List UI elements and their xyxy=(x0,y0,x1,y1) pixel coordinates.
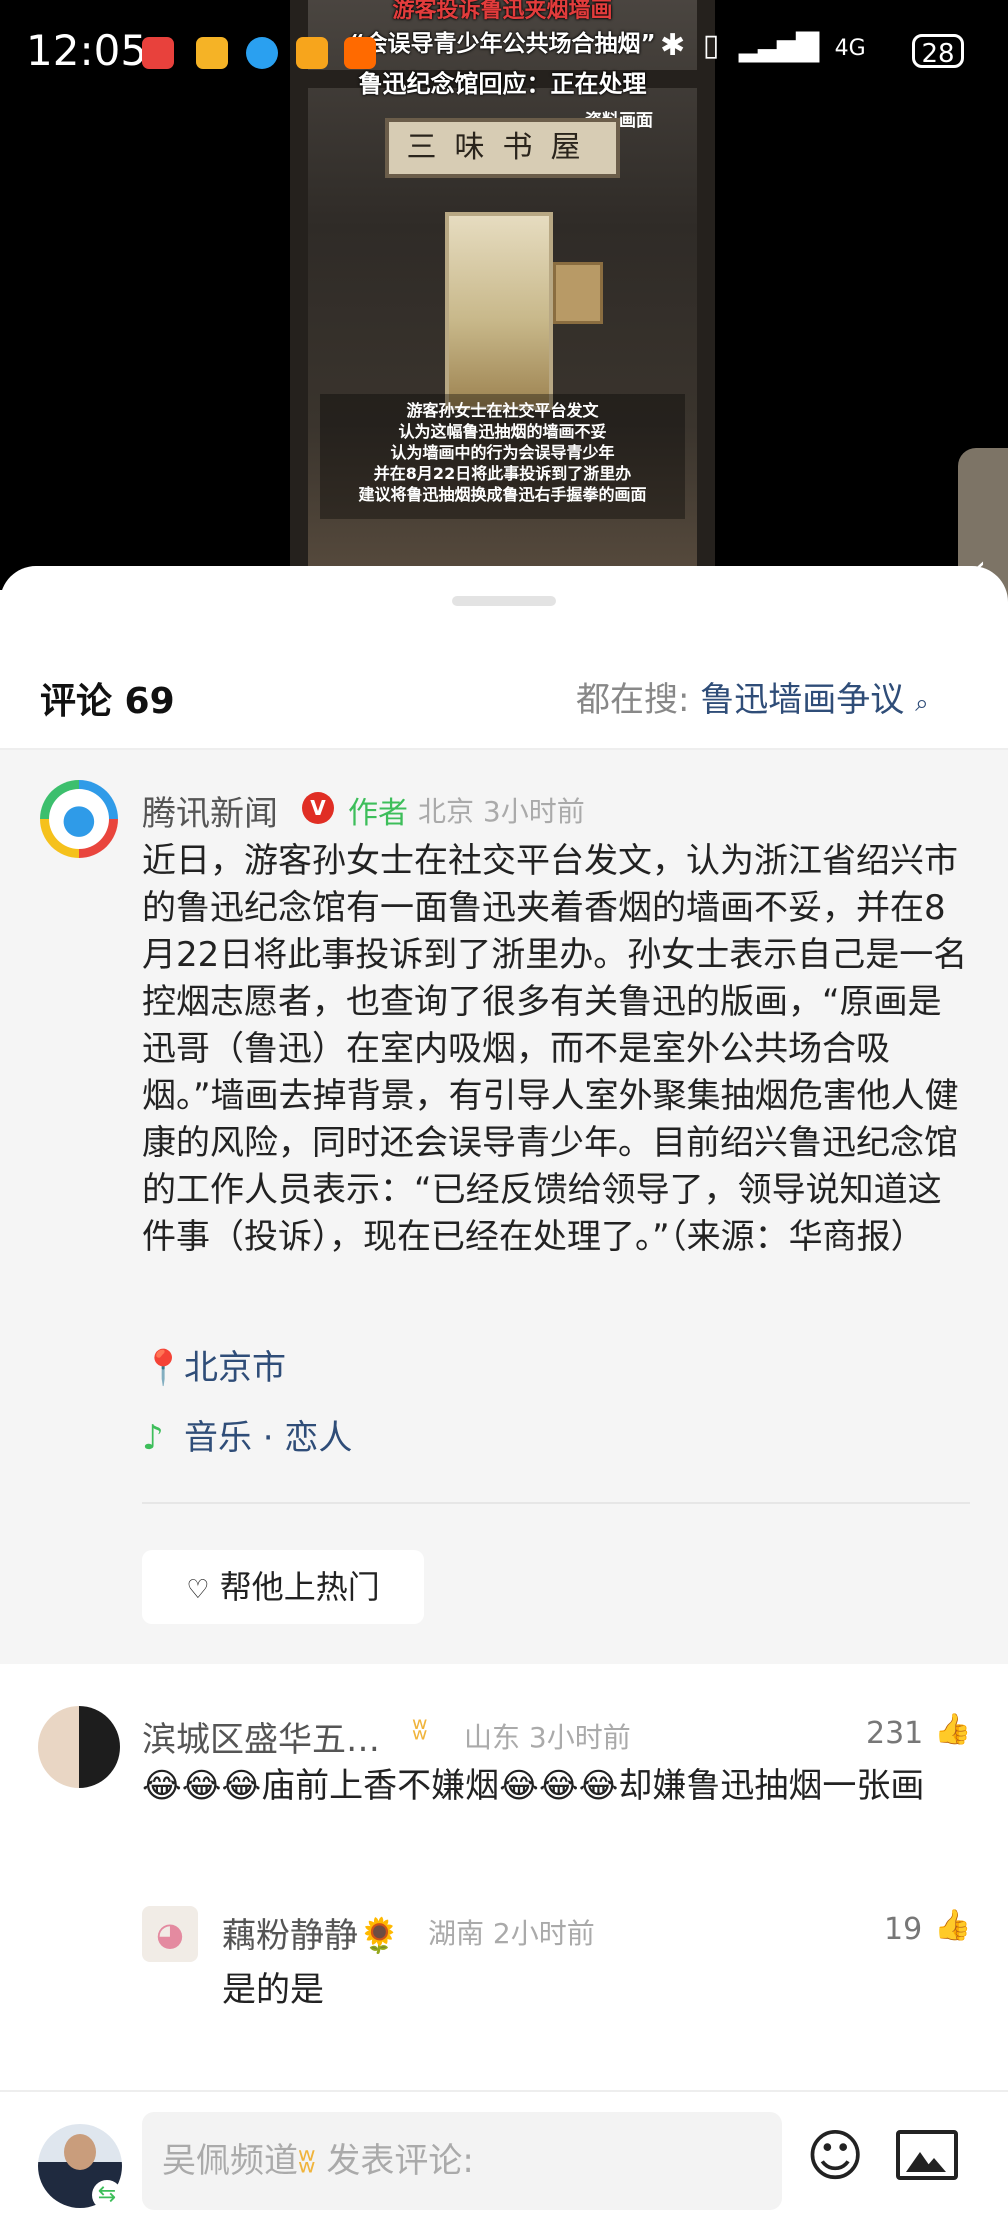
location-text: 北京市 xyxy=(184,1348,286,1388)
battery-indicator: 28 xyxy=(912,34,964,69)
status-icons: ✱ ▯ ▂▃▅▇ 4G xyxy=(660,28,866,63)
author-meta: 北京 3小时前 xyxy=(418,795,585,828)
message-app-icon xyxy=(246,37,278,69)
thumb-up-icon[interactable]: 👍 xyxy=(934,1908,971,1943)
location-link[interactable]: 📍北京市 xyxy=(142,1340,286,1389)
status-time: 12:05 xyxy=(26,26,148,75)
search-prefix: 都在搜: xyxy=(576,680,690,720)
search-icon: ⌕ xyxy=(915,689,929,717)
video-frame[interactable]: 游客投诉鲁迅夹烟墙画 “会误导青少年公共场合抽烟” 鲁迅纪念馆回应：正在处理 资… xyxy=(290,0,715,567)
member-badge-icon: ʬ xyxy=(298,2141,316,2181)
subtitle-line: 建议将鲁迅抽烟换成鲁迅右手握拳的画面 xyxy=(358,485,647,504)
location-pin-icon: 📍 xyxy=(142,1348,185,1388)
taobao-app-icon xyxy=(344,37,376,69)
subtitle-line: 认为墙画中的行为会误导青少年 xyxy=(390,443,615,462)
reply-text: 是的是 xyxy=(222,1970,324,2010)
comment-text: 😂😂😂庙前上香不嫌烟😂😂😂却嫌鲁迅抽烟一张画 xyxy=(142,1766,925,1806)
music-note-icon: ♪ xyxy=(142,1418,164,1458)
notes-app-icon xyxy=(296,37,328,69)
reply-name[interactable]: 藕粉静静🌻 xyxy=(222,1908,400,1957)
hall-plaque: 三味书屋 xyxy=(385,118,620,178)
commenter-avatar[interactable] xyxy=(38,1706,120,1788)
search-keyword: 鲁迅墙画争议 xyxy=(700,680,905,720)
huawei-app-icon xyxy=(142,37,174,69)
reply-like-count: 19 xyxy=(884,1912,923,1947)
boost-label: 帮他上热门 xyxy=(219,1568,380,1606)
reply-meta: 湖南 2小时前 xyxy=(428,1917,595,1950)
music-text: 音乐 · 恋人 xyxy=(184,1418,353,1458)
like-count: 231 xyxy=(866,1716,924,1751)
subtitle-line: 游客孙女士在社交平台发文 xyxy=(406,401,599,420)
heart-boost-icon: ♡ xyxy=(186,1575,210,1605)
commenter-name[interactable]: 滨城区盛华五… xyxy=(142,1712,380,1761)
wall-painting xyxy=(445,212,553,410)
post-body: 近日，游客孙女士在社交平台发文，认为浙江省绍兴市的鲁迅纪念馆有一面鲁迅夹着香烟的… xyxy=(142,841,968,1257)
video-caption-title: 游客投诉鲁迅夹烟墙画 xyxy=(392,0,613,23)
video-caption-response: 鲁迅纪念馆回应：正在处理 xyxy=(358,70,647,98)
avatar-face xyxy=(64,2134,96,2170)
placeholder-suffix: 发表评论: xyxy=(315,2141,474,2181)
mail-app-icon xyxy=(196,37,228,69)
network-type: 4G xyxy=(834,36,866,61)
penguin-logo-icon: ● xyxy=(49,789,109,849)
author-name[interactable]: 腾讯新闻 xyxy=(142,786,278,835)
signal-icon: ▂▃▅▇ xyxy=(738,28,819,63)
image-icon[interactable] xyxy=(896,2130,958,2180)
vibrate-icon: ▯ xyxy=(702,28,720,63)
comment-count: 评论 69 xyxy=(40,681,175,722)
video-subtitles: 游客孙女士在社交平台发文 认为这幅鲁迅抽烟的墙画不妥 认为墙画中的行为会误导青少… xyxy=(320,394,685,519)
divider xyxy=(142,1502,970,1504)
comment-meta: 山东 3小时前 xyxy=(464,1721,631,1754)
subtitle-line: 认为这幅鲁迅抽烟的墙画不妥 xyxy=(398,422,607,441)
boost-button[interactable]: ♡ 帮他上热门 xyxy=(142,1550,424,1624)
trending-search-link[interactable]: 都在搜: 鲁迅墙画争议 ⌕ xyxy=(576,672,929,721)
bluetooth-icon: ✱ xyxy=(660,28,686,63)
author-avatar[interactable]: ● xyxy=(40,780,118,858)
verified-badge: V xyxy=(302,792,334,824)
sheet-grabber[interactable] xyxy=(452,596,556,606)
comment-input[interactable]: 吴佩频道ʬ 发表评论: xyxy=(142,2112,782,2210)
emoji-icon[interactable]: ☺ xyxy=(806,2124,864,2189)
reply-avatar[interactable]: ◕ xyxy=(142,1906,198,1962)
music-link[interactable]: ♪ 音乐 · 恋人 xyxy=(142,1410,352,1459)
member-badge-icon: ʬ xyxy=(412,1712,428,1747)
image-mountain xyxy=(922,2158,946,2172)
subtitle-line: 并在8月22日将此事投诉到了浙里办 xyxy=(373,464,632,483)
switch-account-icon[interactable]: ⇆ xyxy=(92,2180,122,2210)
thumb-up-icon[interactable]: 👍 xyxy=(934,1712,971,1747)
placeholder-user: 吴佩频道 xyxy=(162,2141,298,2181)
author-tag: 作者 xyxy=(348,796,408,831)
portrait-frame xyxy=(553,262,603,324)
